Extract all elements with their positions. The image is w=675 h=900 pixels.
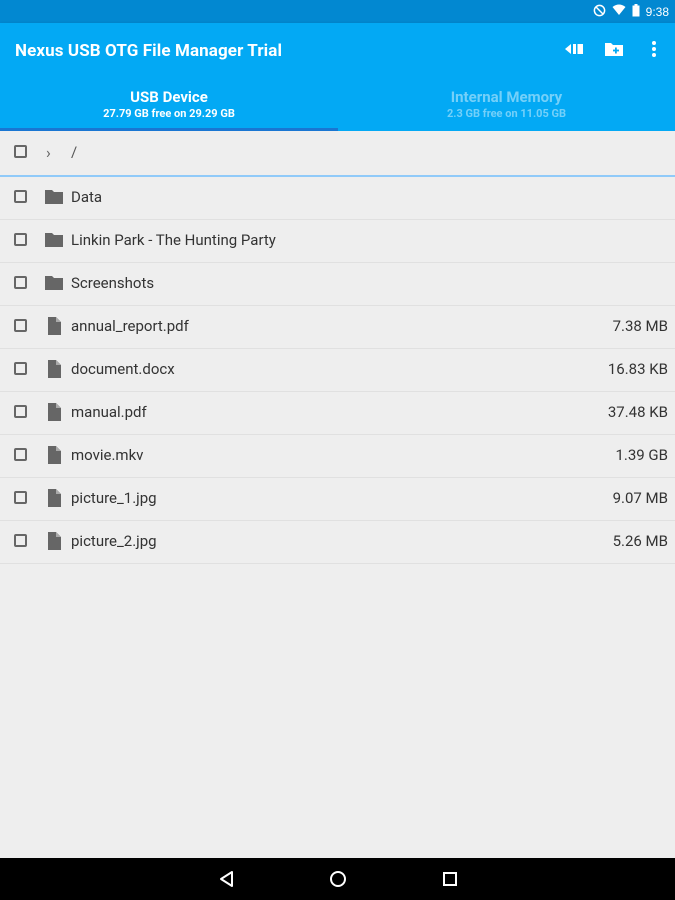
file-name: annual_report.pdf	[71, 317, 189, 335]
sort-button[interactable]	[563, 40, 585, 62]
tab-title: Internal Memory	[450, 88, 563, 106]
file-name: Screenshots	[71, 274, 155, 292]
tab-internal-memory[interactable]: Internal Memory 2.3 GB free on 11.05 GB	[338, 83, 675, 131]
list-item[interactable]: picture_1.jpg 9.07 MB	[0, 478, 675, 521]
list-item[interactable]: movie.mkv 1.39 GB	[0, 435, 675, 478]
folder-icon	[45, 233, 63, 247]
back-icon	[220, 871, 233, 887]
file-size: 9.07 MB	[612, 489, 668, 507]
file-list: Data Linkin Park - The Hunting Party Scr…	[0, 177, 675, 564]
file-size: 5.26 MB	[612, 532, 668, 550]
folder-icon	[45, 276, 63, 290]
new-folder-button[interactable]	[603, 40, 625, 62]
list-item[interactable]: annual_report.pdf 7.38 MB	[0, 306, 675, 349]
file-icon	[48, 532, 61, 550]
file-size: 1.39 GB	[615, 446, 668, 464]
file-size: 7.38 MB	[612, 317, 668, 335]
file-name: document.docx	[71, 360, 175, 378]
row-checkbox[interactable]	[14, 491, 27, 504]
file-name: picture_1.jpg	[71, 489, 157, 507]
file-size: 37.48 KB	[607, 403, 668, 421]
file-icon	[48, 317, 61, 335]
overflow-menu-icon	[651, 40, 657, 62]
folder-icon	[45, 190, 63, 204]
app-bar: Nexus USB OTG File Manager Trial USB Dev…	[0, 23, 675, 131]
list-item[interactable]: picture_2.jpg 5.26 MB	[0, 521, 675, 564]
current-path[interactable]: /	[71, 143, 77, 161]
tab-subtitle: 27.79 GB free on 29.29 GB	[103, 107, 235, 120]
home-icon	[330, 871, 346, 887]
wifi-icon	[612, 4, 626, 19]
status-bar: 9:38	[0, 0, 675, 23]
chevron-right-icon: ›	[46, 143, 51, 162]
file-name: movie.mkv	[71, 446, 144, 464]
list-item[interactable]: manual.pdf 37.48 KB	[0, 392, 675, 435]
row-checkbox[interactable]	[14, 362, 27, 375]
file-icon	[48, 403, 61, 421]
row-checkbox[interactable]	[14, 405, 27, 418]
list-item[interactable]: Screenshots	[0, 263, 675, 306]
app-title: Nexus USB OTG File Manager Trial	[15, 41, 283, 61]
tab-usb-device[interactable]: USB Device 27.79 GB free on 29.29 GB	[0, 83, 338, 131]
list-item[interactable]: Data	[0, 177, 675, 220]
tab-subtitle: 2.3 GB free on 11.05 GB	[446, 107, 567, 120]
overflow-menu-button[interactable]	[643, 40, 665, 62]
row-checkbox[interactable]	[14, 534, 27, 547]
recents-icon	[443, 872, 457, 886]
row-checkbox[interactable]	[14, 276, 27, 289]
file-name: manual.pdf	[71, 403, 147, 421]
home-button[interactable]	[328, 869, 348, 889]
sort-icon	[564, 41, 584, 61]
select-all-checkbox[interactable]	[14, 145, 27, 158]
row-checkbox[interactable]	[14, 319, 27, 332]
list-item[interactable]: document.docx 16.83 KB	[0, 349, 675, 392]
recents-button[interactable]	[440, 869, 460, 889]
storage-tabs: USB Device 27.79 GB free on 29.29 GB Int…	[0, 83, 675, 131]
tab-title: USB Device	[130, 88, 208, 106]
status-time: 9:38	[645, 4, 669, 19]
do-not-disturb-icon	[593, 4, 606, 20]
file-size: 16.83 KB	[607, 360, 668, 378]
row-checkbox[interactable]	[14, 448, 27, 461]
file-icon	[48, 446, 61, 464]
row-checkbox[interactable]	[14, 233, 27, 246]
new-folder-icon	[604, 41, 624, 61]
list-item[interactable]: Linkin Park - The Hunting Party	[0, 220, 675, 263]
path-bar: › /	[0, 131, 675, 177]
file-name: Linkin Park - The Hunting Party	[71, 231, 276, 249]
file-icon	[48, 489, 61, 507]
back-button[interactable]	[216, 869, 236, 889]
toolbar-actions	[563, 39, 665, 63]
file-name: picture_2.jpg	[71, 532, 157, 550]
battery-icon	[632, 3, 640, 20]
navigation-bar	[0, 858, 675, 900]
file-icon	[48, 360, 61, 378]
file-name: Data	[71, 188, 103, 206]
row-checkbox[interactable]	[14, 190, 27, 203]
status-icons: 9:38	[593, 0, 669, 23]
